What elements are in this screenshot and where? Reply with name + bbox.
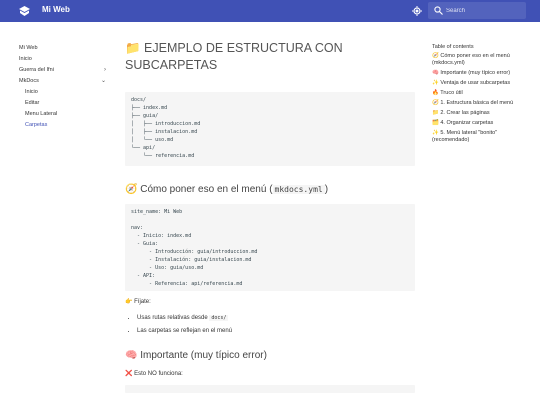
- section-heading-importante: 🧠 Importante (muy típico error): [125, 350, 267, 361]
- search-box[interactable]: [428, 2, 526, 19]
- top-header: Mi Web: [0, 0, 540, 22]
- sidebar-item-mi-web[interactable]: Mi Web: [19, 43, 111, 54]
- code-block-yaml: site_name: Mi Web nav: - Inicio: index.m…: [125, 204, 415, 291]
- sidebar-subitem-menu-lateral[interactable]: Menu Lateral: [19, 109, 111, 120]
- sidebar-item-guerra-del-ifni[interactable]: Guerra del Ifni ›: [19, 65, 111, 76]
- toc-item-crear-paginas[interactable]: 📁 2. Crear las páginas: [432, 110, 527, 117]
- list-item: Usas rutas relativas desde docs/: [137, 314, 415, 322]
- toc-item-menu[interactable]: 🧭 Cómo poner eso en el menú (mkdocs.yml): [432, 53, 527, 67]
- toc-title: Table of contents: [432, 44, 474, 50]
- list-item: Las carpetas se reflejan en el menú: [137, 327, 415, 335]
- toc-item-ventaja[interactable]: ✨ Ventaja de usar subcarpetas: [432, 80, 527, 87]
- main-content: 📁 EJEMPLO DE ESTRUCTURA CON SUBCARPETAS …: [125, 40, 415, 393]
- toc-item-estructura[interactable]: 🧭 1. Estructura básica del menú: [432, 100, 527, 107]
- chevron-down-icon[interactable]: ⌄: [101, 76, 106, 87]
- sidebar-item-mkdocs[interactable]: MkDocs ⌄: [19, 76, 111, 87]
- fijate-note: 👉 Fíjate:: [125, 299, 151, 305]
- search-icon: [434, 6, 443, 15]
- chevron-right-icon[interactable]: ›: [104, 65, 106, 76]
- no-funciona-note: ❌ Esto NO funciona:: [125, 371, 183, 377]
- sidebar-subitem-inicio[interactable]: Inicio: [19, 87, 111, 98]
- search-input[interactable]: [446, 5, 522, 16]
- code-block-bottom: [125, 385, 415, 393]
- notes-list: Usas rutas relativas desde docs/ Las car…: [125, 314, 415, 335]
- sidebar-subitem-editar[interactable]: Editar: [19, 98, 111, 109]
- toc-item-importante[interactable]: 🧠 Importante (muy típico error): [432, 70, 527, 77]
- toc-item-truco[interactable]: 🔥 Truco útil: [432, 90, 527, 97]
- sidebar-item-inicio[interactable]: Inicio: [19, 54, 111, 65]
- code-block-tree: docs/ ├── index.md ├── guia/ │ ├── intro…: [125, 92, 415, 166]
- toc-item-organizar[interactable]: 🗂️ 4. Organizar carpetas: [432, 120, 527, 127]
- inline-code-mkdocs-yml: mkdocs.yml: [272, 185, 325, 194]
- section-heading-menu: 🧭 Cómo poner eso en el menú (mkdocs.yml): [125, 184, 329, 195]
- sidebar-nav: Mi Web Inicio Guerra del Ifni › MkDocs ⌄ I…: [19, 43, 111, 131]
- inline-code-docs: docs/: [209, 315, 229, 321]
- sidebar-subitem-carpetas[interactable]: Carpetas: [19, 120, 111, 131]
- site-name[interactable]: Mi Web: [42, 5, 70, 14]
- toc-item-menu-lateral[interactable]: ✨ 5. Menú lateral "bonito" (recomendado): [432, 130, 527, 144]
- table-of-contents: Table of contents 🧭 Cómo poner eso en el…: [432, 43, 527, 147]
- theme-toggle-icon[interactable]: [412, 6, 422, 16]
- site-logo-icon[interactable]: [19, 6, 30, 16]
- page-title: 📁 EJEMPLO DE ESTRUCTURA CON SUBCARPETAS: [125, 41, 343, 72]
